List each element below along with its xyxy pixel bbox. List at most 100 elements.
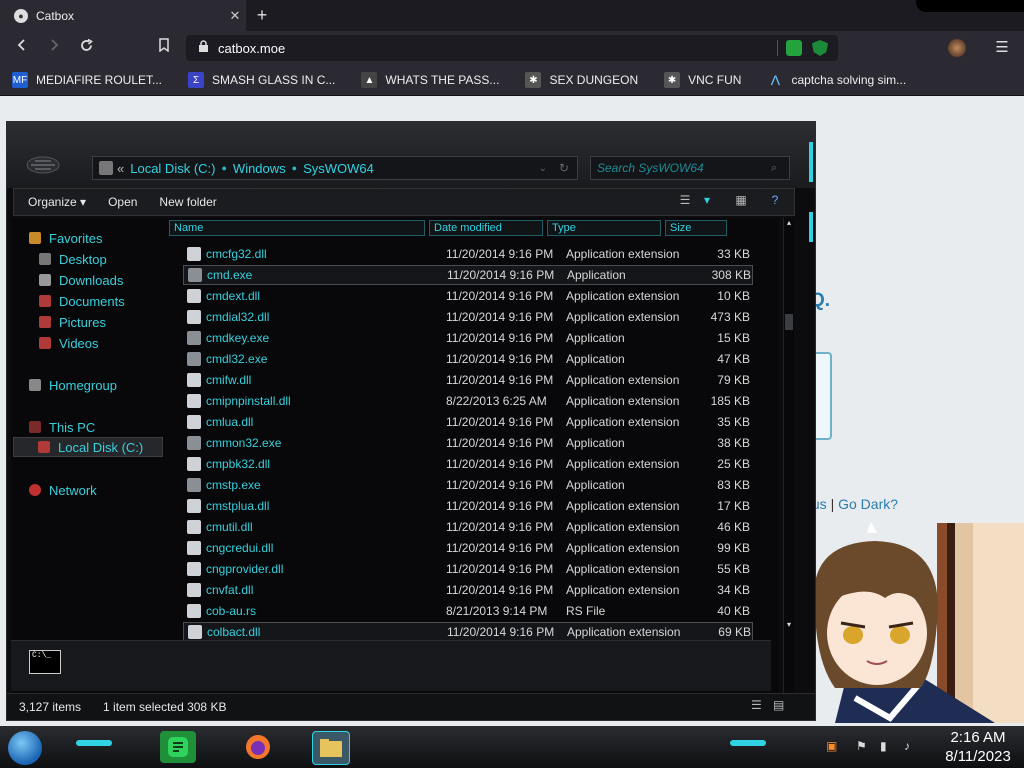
close-tab-icon[interactable]: ✕ (224, 8, 246, 24)
taskbar-file-explorer[interactable] (312, 731, 350, 765)
file-row[interactable]: cmd.exe 11/20/2014 9:16 PM Application 308 … (183, 265, 753, 285)
network-tray-icon[interactable]: ▮ (880, 739, 887, 753)
organize-button[interactable]: Organize ▾ (28, 195, 86, 209)
view-options-icon[interactable]: ☰ (676, 193, 694, 209)
back-button[interactable] (12, 38, 32, 58)
file-row[interactable]: cmdl32.exe 11/20/2014 9:16 PM Application 4… (183, 349, 753, 369)
file-name: cmpbk32.dll (206, 457, 271, 471)
file-type: Application (566, 436, 625, 450)
column-header-type[interactable]: Type (547, 220, 661, 236)
nav-videos[interactable]: Videos (39, 333, 99, 353)
column-header-name[interactable]: Name (169, 220, 425, 236)
scroll-up-icon[interactable]: ▴ (784, 218, 794, 228)
file-icon (187, 289, 201, 303)
breadcrumb-syswow64[interactable]: SysWOW64 (303, 161, 374, 176)
clock[interactable]: 2:16 AM 8/11/2023 (934, 728, 1022, 766)
scroll-down-icon[interactable]: ▾ (784, 620, 794, 630)
file-row[interactable]: cmifw.dll 11/20/2014 9:16 PM Application e… (183, 370, 753, 390)
taskbar-chat-app[interactable] (160, 731, 196, 763)
file-row[interactable]: cmmon32.exe 11/20/2014 9:16 PM Application… (183, 433, 753, 453)
tiles-view-icon[interactable]: ▤ (773, 698, 784, 712)
file-name: cngcredui.dll (206, 541, 274, 555)
file-row[interactable]: cmpbk32.dll 11/20/2014 9:16 PM Application… (183, 454, 753, 474)
chat-extension-icon[interactable] (786, 40, 802, 56)
volume-icon[interactable]: ♪ (904, 739, 910, 753)
column-header-date[interactable]: Date modified (429, 220, 543, 236)
file-row[interactable]: cmstp.exe 11/20/2014 9:16 PM Application 83… (183, 475, 753, 495)
url-text[interactable]: catbox.moe (218, 41, 777, 56)
nav-network[interactable]: Network (29, 480, 97, 500)
file-row[interactable]: cob-au.rs 8/21/2013 9:14 PM RS File 40 KB (183, 601, 753, 621)
file-row[interactable]: colbact.dll 11/20/2014 9:16 PM Application… (183, 622, 753, 642)
file-row[interactable]: cmdext.dll 11/20/2014 9:16 PM Application … (183, 286, 753, 306)
start-button[interactable] (8, 731, 42, 765)
file-date: 8/21/2013 9:14 PM (446, 604, 548, 618)
frame-accent (809, 142, 813, 182)
nav-local-disk[interactable]: Local Disk (C:) (13, 437, 163, 457)
url-bar[interactable]: catbox.moe (186, 35, 838, 61)
file-row[interactable]: cmutil.dll 11/20/2014 9:16 PM Application … (183, 517, 753, 537)
nav-pictures[interactable]: Pictures (39, 312, 106, 332)
file-row[interactable]: cmdial32.dll 11/20/2014 9:16 PM Applicatio… (183, 307, 753, 327)
address-dropdown-icon[interactable]: ⌄ (539, 163, 547, 174)
bookmark-vnc-fun[interactable]: ✱ VNC FUN (664, 72, 741, 88)
nav-desktop[interactable]: Desktop (39, 249, 107, 269)
address-bar[interactable]: « Local Disk (C:) ● Windows ● SysWOW64 ⌄… (92, 156, 578, 180)
nav-documents[interactable]: Documents (39, 291, 125, 311)
back-orb-icon[interactable] (25, 155, 61, 175)
breadcrumb-windows[interactable]: Windows (233, 161, 286, 176)
bookmark-sex-dungeon[interactable]: ✱ SEX DUNGEON (525, 72, 638, 88)
help-icon[interactable]: ? (766, 193, 784, 209)
flag-icon[interactable]: ⚑ (856, 739, 867, 753)
file-row[interactable]: cmlua.dll 11/20/2014 9:16 PM Application e… (183, 412, 753, 432)
file-icon (187, 373, 201, 387)
file-row[interactable]: cmstplua.dll 11/20/2014 9:16 PM Applicatio… (183, 496, 753, 516)
file-row[interactable]: cnvfat.dll 11/20/2014 9:16 PM Application … (183, 580, 753, 600)
breadcrumb-local-disk[interactable]: Local Disk (C:) (130, 161, 215, 176)
file-date: 8/22/2013 6:25 AM (446, 394, 547, 408)
bookmark-smash-glass[interactable]: Σ SMASH GLASS IN C... (188, 72, 335, 88)
menu-icon[interactable]: ☰ (992, 38, 1012, 58)
file-type: RS File (566, 604, 606, 618)
file-name: cmutil.dll (206, 520, 253, 534)
file-type: Application extension (566, 520, 680, 534)
file-row[interactable]: cngcredui.dll 11/20/2014 9:16 PM Applicati… (183, 538, 753, 558)
go-dark-link[interactable]: Go Dark? (838, 496, 898, 512)
shield-extension-icon[interactable] (812, 40, 828, 56)
refresh-icon[interactable]: ↻ (559, 161, 569, 175)
reload-button[interactable] (76, 38, 96, 58)
search-input[interactable] (591, 160, 771, 176)
address-overflow-icon[interactable]: « (117, 161, 124, 176)
column-header-size[interactable]: Size (665, 220, 727, 236)
forward-button[interactable] (44, 38, 64, 58)
scrollbar-thumb[interactable] (785, 314, 793, 330)
bookmark-captcha[interactable]: Λcaptcha solving sim... (767, 72, 906, 88)
nav-homegroup[interactable]: Homegroup (29, 375, 117, 395)
new-folder-button[interactable]: New folder (159, 195, 216, 209)
nav-downloads[interactable]: Downloads (39, 270, 123, 290)
nav-favorites[interactable]: Favorites (29, 228, 102, 248)
bookmark-mediafire[interactable]: MF MEDIAFIRE ROULET... (12, 72, 162, 88)
file-row[interactable]: cmipnpinstall.dll 8/22/2013 6:25 AM Applic… (183, 391, 753, 411)
file-row[interactable]: cngprovider.dll 11/20/2014 9:16 PM Applica… (183, 559, 753, 579)
bookmark-button[interactable] (154, 38, 174, 58)
tab-catbox[interactable]: ● Catbox ✕ (0, 0, 246, 31)
new-tab-button[interactable]: + (252, 5, 272, 25)
preview-pane-icon[interactable]: ▦ (732, 193, 750, 209)
profile-avatar[interactable] (948, 39, 966, 57)
nav-this-pc[interactable]: This PC (29, 417, 95, 437)
bookmark-whats-the-pass[interactable]: ▲ WHATS THE PASS... (361, 72, 499, 88)
bookmark-icon (159, 38, 169, 53)
taskbar-firefox[interactable] (240, 731, 276, 763)
vertical-scrollbar[interactable]: ▴ ▾ (783, 218, 794, 708)
file-type: Application extension (566, 373, 680, 387)
search-box[interactable]: ⌕ (590, 156, 790, 180)
file-row[interactable]: cmcfg32.dll 11/20/2014 9:16 PM Application… (183, 244, 753, 264)
tray-app-icon[interactable]: ▣ (826, 739, 837, 753)
view-dropdown-icon[interactable]: ▾ (698, 193, 716, 209)
details-view-icon[interactable]: ☰ (751, 698, 762, 712)
file-row[interactable]: cmdkey.exe 11/20/2014 9:16 PM Application 1… (183, 328, 753, 348)
file-type: Application extension (566, 499, 680, 513)
nav-label: Pictures (59, 314, 106, 330)
open-button[interactable]: Open (108, 195, 137, 209)
